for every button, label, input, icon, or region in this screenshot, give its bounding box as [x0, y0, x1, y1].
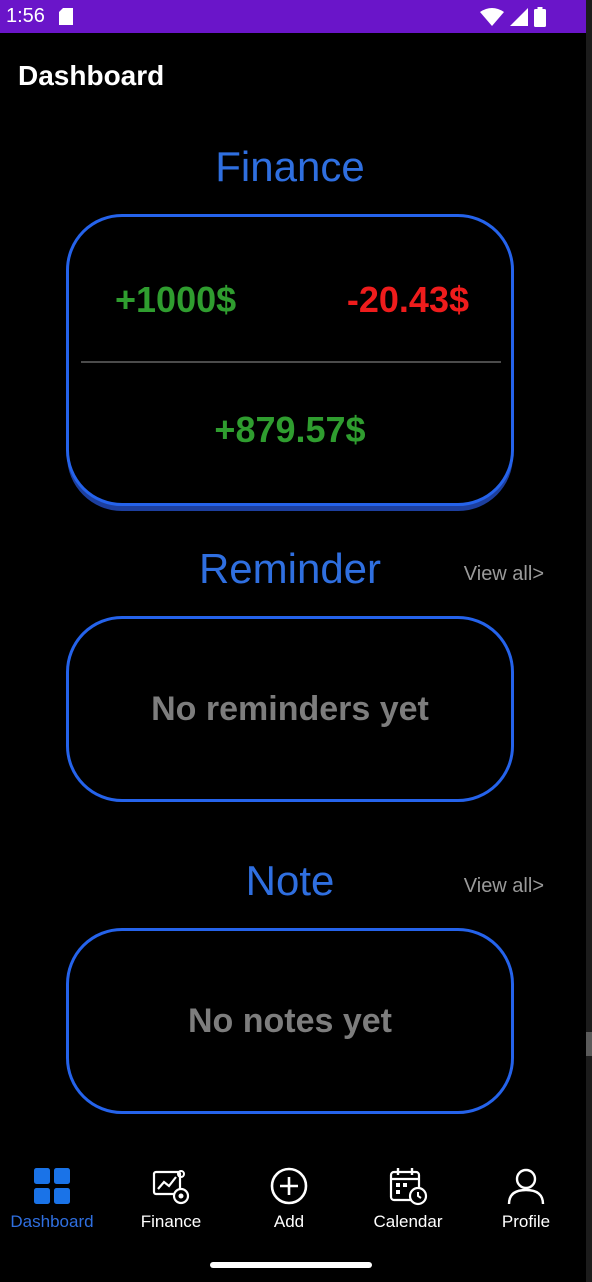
dashboard-screen: 1:56 Dashboard Finance +1000$ -20.43$ +8… [0, 0, 586, 1282]
battery-icon [534, 7, 546, 27]
nav-item-finance[interactable]: Finance [113, 1160, 229, 1232]
edge-mark [586, 1032, 592, 1056]
signal-icon [510, 8, 528, 26]
income-amount: +1000$ [115, 279, 237, 320]
note-view-all-link[interactable]: View all> [464, 875, 544, 898]
status-icons [480, 7, 546, 27]
nav-item-calendar[interactable]: Calendar [350, 1160, 466, 1232]
bottom-navigation: Dashboard Finance Add Calendar Profile [0, 1160, 586, 1240]
nav-label-calendar: Calendar [373, 1212, 443, 1231]
calendar-clock-icon [389, 1168, 428, 1206]
sd-card-icon [59, 8, 73, 25]
finance-section-title: Finance [215, 143, 365, 190]
status-time: 1:56 [6, 5, 45, 27]
balance-amount: +879.57$ [214, 409, 366, 450]
wifi-icon [480, 8, 504, 26]
home-indicator[interactable] [210, 1262, 372, 1268]
window-edge [586, 0, 592, 1282]
expense-amount: -20.43$ [346, 279, 469, 320]
nav-item-add[interactable]: Add [231, 1160, 347, 1232]
nav-item-profile[interactable]: Profile [468, 1160, 584, 1232]
nav-label-dashboard: Dashboard [10, 1212, 94, 1231]
nav-item-dashboard[interactable]: Dashboard [0, 1160, 110, 1232]
dashboard-grid-icon [34, 1168, 70, 1204]
reminder-card[interactable]: No reminders yet [66, 616, 514, 802]
reminder-view-all-link[interactable]: View all> [464, 563, 544, 586]
page-title: Dashboard [18, 60, 165, 91]
finance-divider [81, 361, 501, 363]
nav-label-finance: Finance [140, 1212, 202, 1231]
person-icon [507, 1168, 545, 1205]
note-empty-text: No notes yet [187, 1001, 393, 1040]
reminder-empty-text: No reminders yet [151, 689, 429, 728]
note-card[interactable]: No notes yet [66, 928, 514, 1114]
add-circle-icon [270, 1167, 308, 1205]
finance-summary-card[interactable]: +1000$ -20.43$ +879.57$ [66, 214, 514, 506]
finance-chart-icon [152, 1170, 190, 1205]
nav-label-add: Add [273, 1212, 305, 1231]
nav-label-profile: Profile [501, 1212, 551, 1231]
status-bar: 1:56 [0, 0, 586, 33]
